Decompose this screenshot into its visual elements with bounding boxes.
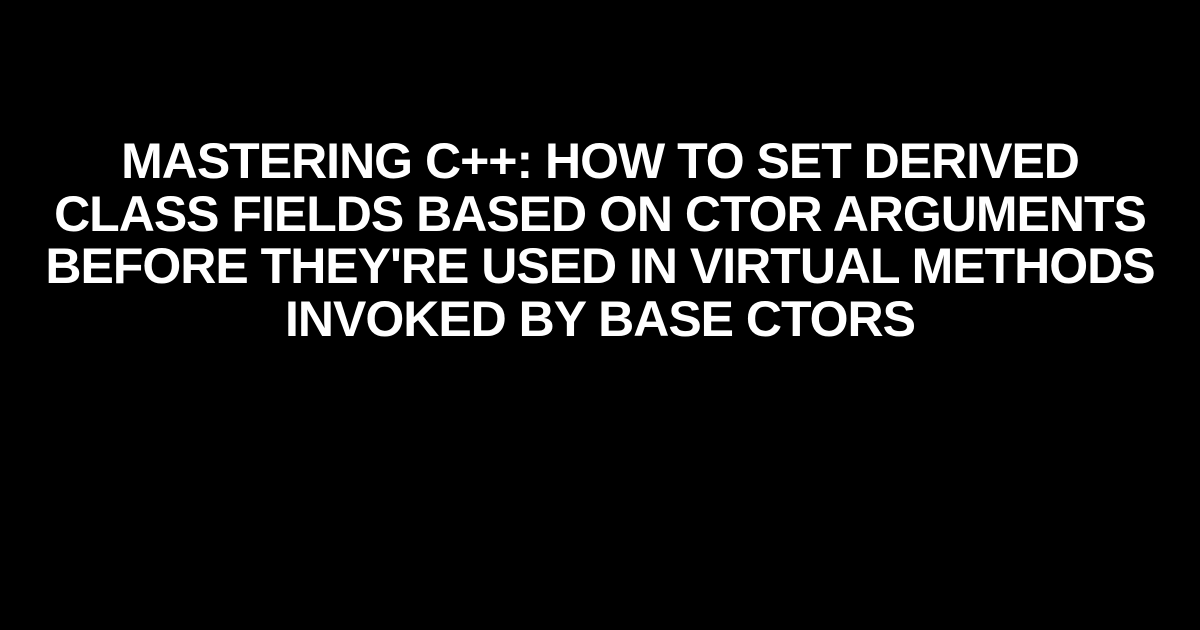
page-title: Mastering C++: How to Set Derived Class … [0,135,1200,345]
